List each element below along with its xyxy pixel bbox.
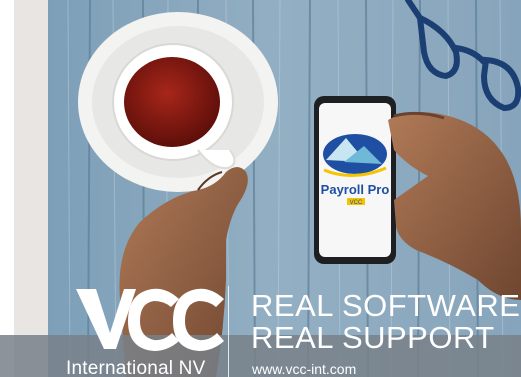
left-margin (0, 0, 14, 377)
logo-divider (228, 286, 229, 377)
vcc-logo (76, 288, 224, 351)
phone-screen (319, 103, 391, 257)
ad-banner: Payroll Pro VCC International NV REAL SO… (0, 0, 521, 377)
company-name: International NV (66, 358, 206, 377)
phone-app-name: Payroll Pro (321, 182, 390, 197)
tagline-line-1: REAL SOFTWARE (251, 288, 521, 323)
left-panel (14, 0, 48, 377)
tagline-line-2: REAL SUPPORT (251, 320, 495, 355)
phone-app-badge: VCC (350, 200, 363, 206)
tea (124, 57, 220, 147)
website-link[interactable]: www.vcc-int.com (252, 361, 356, 377)
